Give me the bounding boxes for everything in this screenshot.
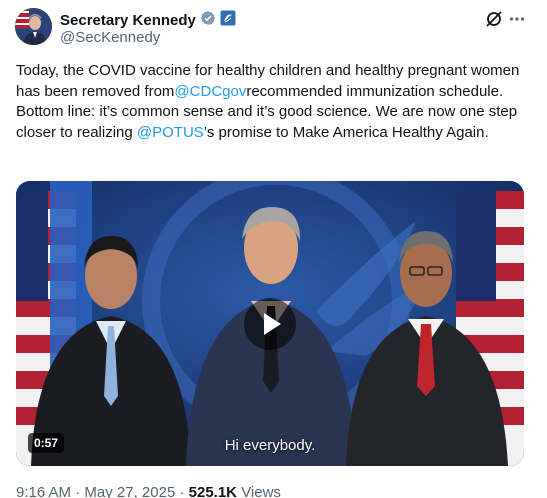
mention-cdcgov-link[interactable]: @CDCgov (174, 83, 246, 100)
author-name-line: Secretary Kennedy (60, 10, 236, 31)
author-handle[interactable]: @SecKennedy (60, 29, 160, 46)
views-label: Views (241, 484, 281, 498)
author-display-name[interactable]: Secretary Kennedy (60, 12, 196, 29)
video-player[interactable]: 0:57 Hi everybody. (16, 181, 524, 466)
tweet-text: Today, the COVID vaccine for healthy chi… (16, 61, 521, 143)
meta-separator: · (75, 484, 81, 498)
more-icon[interactable] (508, 10, 526, 28)
tweet-date[interactable]: May 27, 2025 (84, 484, 175, 498)
video-caption: Hi everybody. (224, 437, 316, 454)
meta-separator-2: · (179, 484, 185, 498)
play-icon[interactable] (244, 298, 296, 350)
mention-potus-link[interactable]: @POTUS (137, 124, 204, 141)
tweet-meta: 9:16 AM · May 27, 2025 · 525.1K Views (16, 484, 281, 498)
grok-icon[interactable] (485, 10, 503, 28)
tweet-time[interactable]: 9:16 AM (16, 484, 71, 498)
views-count: 525.1K (188, 484, 238, 498)
hhs-affiliate-icon[interactable] (220, 10, 236, 31)
avatar[interactable] (15, 8, 52, 45)
tweet-text-part3: ’s promise to Make America Healthy Again… (203, 123, 489, 141)
verified-badge-icon (200, 10, 216, 31)
